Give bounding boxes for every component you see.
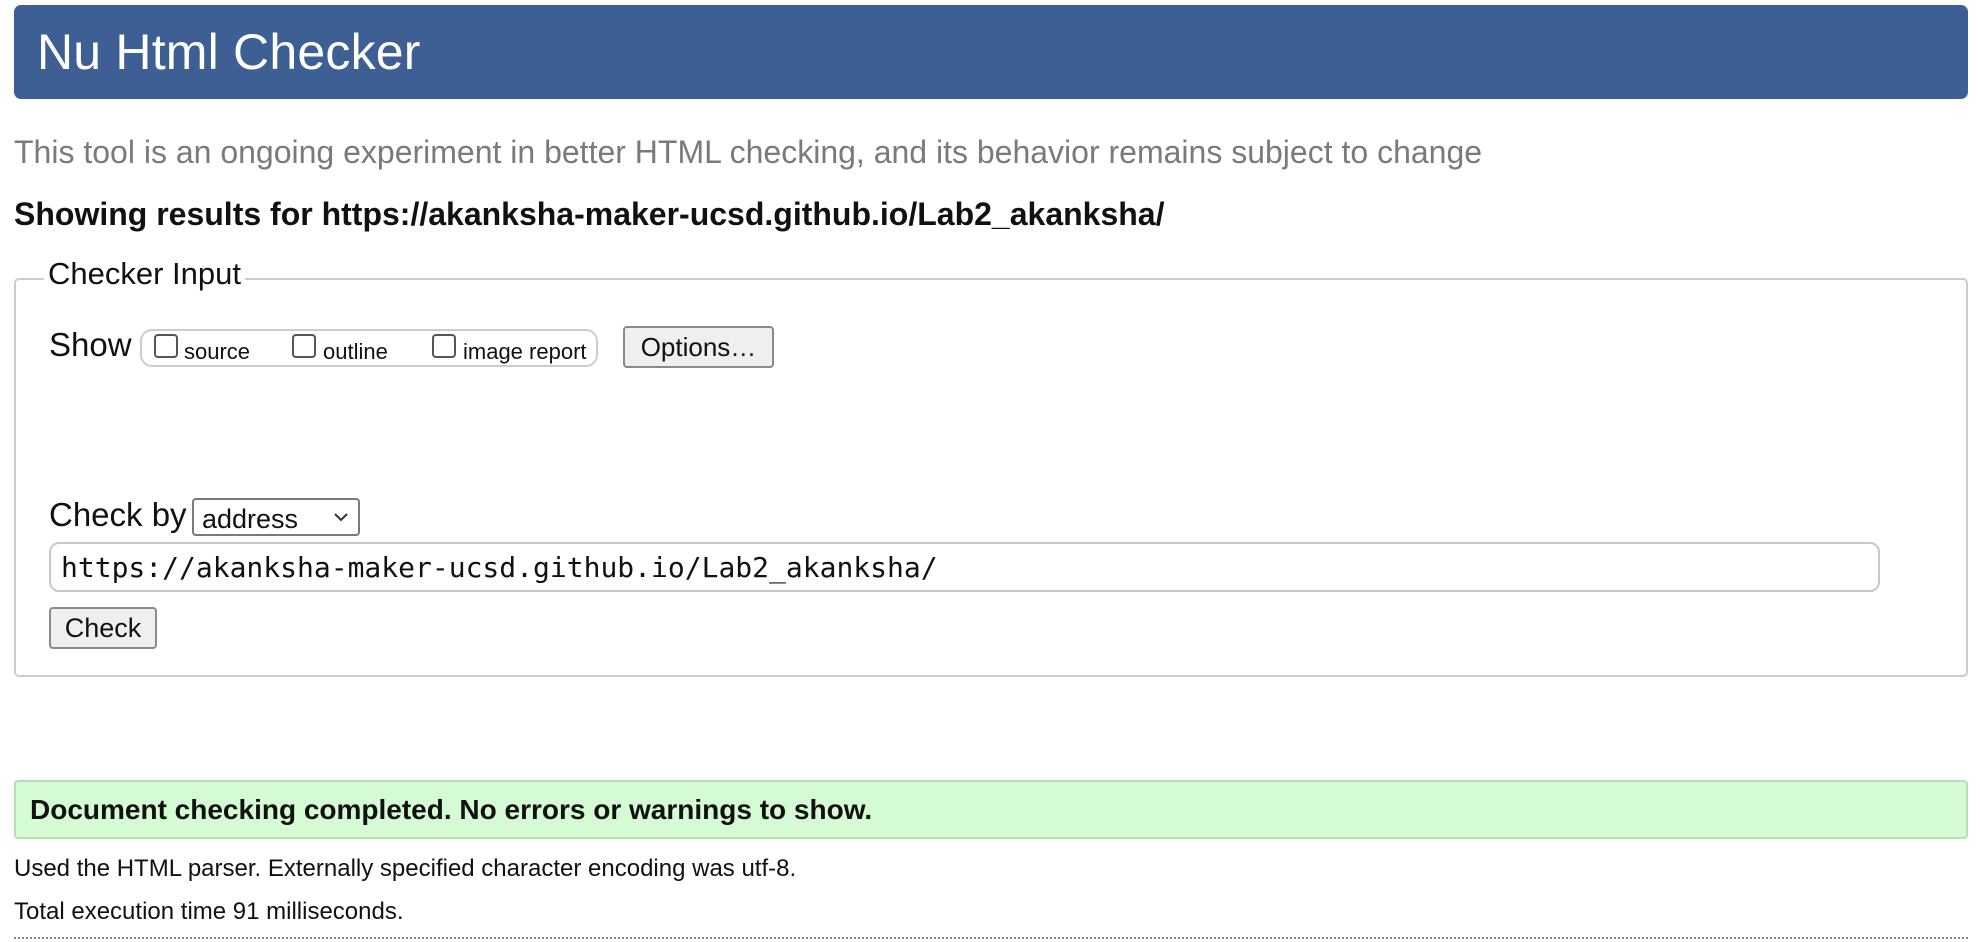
image-report-checkbox[interactable] xyxy=(432,334,456,358)
checker-input-legend: Checker Input xyxy=(44,256,245,292)
check-button[interactable]: Check xyxy=(49,607,157,649)
options-button[interactable]: Options… xyxy=(623,326,774,368)
image-report-checkbox-label[interactable]: image report xyxy=(463,339,587,365)
checker-input-fieldset: Checker Input Show source outline image … xyxy=(14,256,1968,677)
show-label: Show xyxy=(49,326,132,363)
page-title: Nu Html Checker xyxy=(37,24,421,80)
url-input[interactable] xyxy=(49,542,1880,592)
chevron-down-icon xyxy=(334,513,348,522)
check-by-selected-value: address xyxy=(202,504,299,534)
check-by-select[interactable]: address xyxy=(192,498,360,536)
results-heading: Showing results for https://akanksha-mak… xyxy=(14,196,1165,232)
source-checkbox-label[interactable]: source xyxy=(184,339,250,365)
validator-page: Nu Html Checker This tool is an ongoing … xyxy=(0,0,1980,942)
source-checkbox[interactable] xyxy=(154,334,178,358)
check-by-label: Check by xyxy=(49,496,187,533)
show-options-group: source outline image report xyxy=(140,329,598,367)
dotted-divider xyxy=(14,937,1968,939)
tagline: This tool is an ongoing experiment in be… xyxy=(14,134,1483,170)
title-bar: Nu Html Checker xyxy=(14,5,1968,99)
outline-checkbox[interactable] xyxy=(292,334,316,358)
parser-note: Used the HTML parser. Externally specifi… xyxy=(14,855,797,882)
outline-checkbox-label[interactable]: outline xyxy=(323,339,388,365)
success-message: Document checking completed. No errors o… xyxy=(14,780,1968,839)
execution-time: Total execution time 91 milliseconds. xyxy=(14,898,404,925)
